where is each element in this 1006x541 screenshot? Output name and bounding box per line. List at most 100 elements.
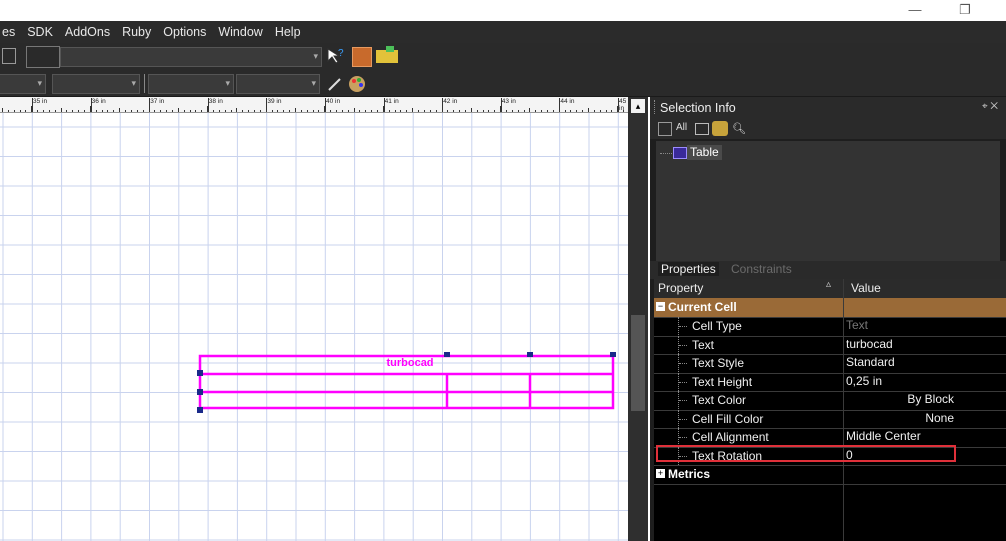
section-metrics[interactable]: + Metrics <box>654 465 1006 485</box>
ruler-tick <box>189 110 191 112</box>
ruler-tick <box>517 110 519 112</box>
svg-text:?: ? <box>338 48 344 59</box>
ruler-tick <box>423 110 425 112</box>
ruler-tick <box>552 110 554 112</box>
ruler-tick <box>605 110 607 112</box>
ruler-tick <box>388 110 390 112</box>
zoom-icon[interactable]: 🔍︎ <box>732 122 746 135</box>
tab-properties[interactable]: Properties <box>658 262 719 276</box>
layer-combo[interactable]: ▾ <box>60 47 322 67</box>
pin-close-icon[interactable]: ⌖ ✕ <box>982 101 998 112</box>
ruler-tick <box>511 110 513 112</box>
drawing-canvas[interactable]: turbocad <box>0 113 628 541</box>
menu-item-ruby[interactable]: Ruby <box>122 25 151 39</box>
section-current-cell[interactable]: − Current Cell <box>654 298 1006 318</box>
property-value[interactable]: Middle Center <box>846 429 921 443</box>
folder-icon[interactable] <box>376 46 398 63</box>
ruler-tick <box>84 110 86 112</box>
menu-item-es[interactable]: es <box>2 25 15 39</box>
ruler-major-tick <box>325 98 326 112</box>
grip-icon <box>654 100 656 114</box>
property-value[interactable]: By Block <box>907 392 954 406</box>
column-header-value[interactable]: Value <box>851 281 881 295</box>
ruler-major-tick <box>559 98 561 112</box>
ruler-tick <box>476 110 478 112</box>
menu-bar: es SDK AddOns Ruby Options Window Help <box>0 21 1006 43</box>
tree-connector <box>679 418 687 421</box>
minimize-button[interactable]: — <box>904 2 926 17</box>
pick-icon[interactable] <box>658 122 672 136</box>
ruler-tick <box>488 110 490 112</box>
maximize-button[interactable]: ❐ <box>954 2 976 18</box>
ruler-tick <box>212 110 214 112</box>
table-cell-text: turbocad <box>386 357 434 369</box>
tree-item-table[interactable]: Table <box>687 145 722 160</box>
snap-icon[interactable] <box>2 48 16 64</box>
style-combo-2[interactable]: ▾ <box>52 74 140 94</box>
tab-constraints[interactable]: Constraints <box>728 262 795 276</box>
brush-icon[interactable] <box>326 75 344 93</box>
property-row-text-style[interactable]: Text Style Standard <box>654 354 1006 374</box>
ruler-tick <box>236 108 238 112</box>
all-button[interactable]: All <box>676 122 687 133</box>
ruler-tick <box>142 110 144 112</box>
color-filter-icon[interactable] <box>712 121 728 136</box>
filter-icon[interactable] <box>695 123 709 135</box>
ruler-tick <box>582 110 584 112</box>
book-icon[interactable] <box>352 47 372 67</box>
ruler-tick <box>611 110 613 112</box>
menu-item-sdk[interactable]: SDK <box>27 25 53 39</box>
scroll-thumb[interactable] <box>631 315 645 411</box>
collapse-icon[interactable]: − <box>656 302 665 311</box>
column-divider <box>843 279 844 541</box>
property-row-cell-fill-color[interactable]: Cell Fill Color None <box>654 409 1006 429</box>
property-name: Text Height <box>692 374 753 389</box>
property-row-text-color[interactable]: Text Color By Block <box>654 391 1006 411</box>
property-name: Cell Fill Color <box>692 411 764 426</box>
ruler-tick <box>13 110 15 112</box>
menu-item-window[interactable]: Window <box>218 25 262 39</box>
scroll-up-button[interactable]: ▴ <box>631 99 645 113</box>
menu-item-help[interactable]: Help <box>275 25 301 39</box>
menu-item-options[interactable]: Options <box>163 25 206 39</box>
property-grid: Property ▵ Value − Current Cell Cell Typ… <box>654 279 1006 541</box>
property-value[interactable]: Standard <box>846 355 895 369</box>
ruler-label: 41 in <box>384 98 399 105</box>
ruler-major-tick <box>207 98 209 112</box>
layer-icon[interactable] <box>26 46 60 68</box>
tree-connector <box>679 381 687 384</box>
property-value[interactable]: turbocad <box>846 337 893 351</box>
property-row-text[interactable]: Text turbocad <box>654 335 1006 355</box>
chevron-down-icon: ▾ <box>37 78 42 88</box>
ruler-tick <box>130 110 132 112</box>
ruler-tick <box>166 110 168 112</box>
palette-icon[interactable] <box>346 74 368 94</box>
help-pointer-icon[interactable]: ? <box>326 47 346 65</box>
property-row-cell-type[interactable]: Cell Type Text <box>654 317 1006 337</box>
style-combo-1[interactable]: ▾ <box>0 74 46 94</box>
property-row-text-height[interactable]: Text Height 0,25 in <box>654 372 1006 392</box>
canvas-scrollbar[interactable]: ▴ <box>628 97 648 541</box>
tree-connector <box>679 363 687 365</box>
ruler-tick <box>183 110 185 112</box>
style-combo-3[interactable]: ▾ <box>148 74 234 94</box>
panel-header: Selection Info ⌖ ✕ <box>650 97 1006 119</box>
style-combo-4[interactable]: ▾ <box>236 74 320 94</box>
property-name: Cell Alignment <box>692 430 769 444</box>
property-name: Text <box>692 337 715 352</box>
column-header-property[interactable]: Property <box>658 281 703 295</box>
ruler-tick <box>623 110 625 112</box>
grid-header: Property ▵ Value <box>654 279 1006 299</box>
property-value[interactable]: Text <box>846 318 868 332</box>
property-value[interactable]: 0,25 in <box>846 374 882 388</box>
ruler-major-tick <box>383 98 385 112</box>
ruler-tick <box>359 110 361 112</box>
expand-icon[interactable]: + <box>656 469 665 478</box>
ruler-tick <box>230 110 232 112</box>
property-value[interactable]: None <box>925 411 954 425</box>
ruler-tick <box>400 110 402 112</box>
table-object[interactable] <box>0 113 628 541</box>
ruler-tick <box>19 110 21 112</box>
menu-item-addons[interactable]: AddOns <box>65 25 110 39</box>
ruler-tick <box>318 110 320 112</box>
